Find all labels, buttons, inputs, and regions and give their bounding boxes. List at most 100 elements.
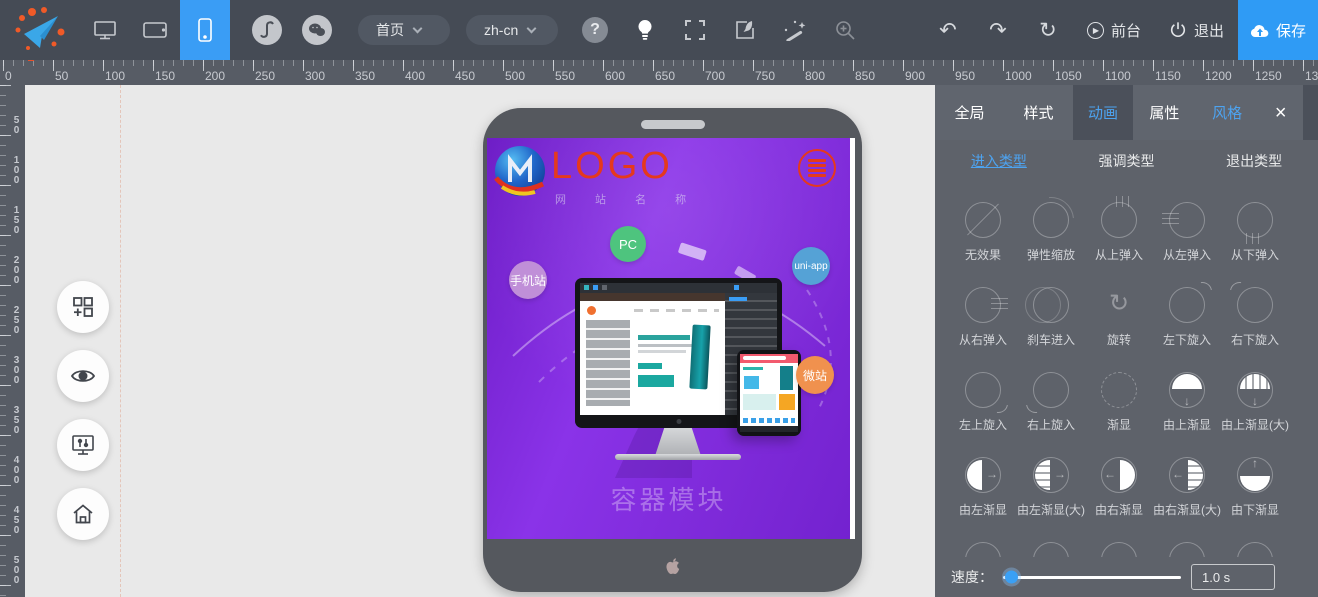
animation-option[interactable]: 右下旋入 — [1221, 270, 1289, 355]
speed-slider[interactable] — [1003, 576, 1181, 579]
top-toolbar: 首页 zh-cn 前台 — [0, 0, 1318, 60]
animation-option[interactable]: 由下渐显 — [1221, 440, 1289, 525]
animation-option[interactable] — [1017, 525, 1085, 557]
animation-option[interactable] — [949, 525, 1017, 557]
add-module-button[interactable] — [57, 281, 109, 333]
subtab-exit-type[interactable]: 退出类型 — [1190, 151, 1318, 171]
preview-button[interactable] — [57, 350, 109, 402]
animation-option[interactable]: 从上弹入 — [1085, 185, 1153, 270]
feedback-icon[interactable] — [720, 0, 770, 60]
ruler-number: 1100 — [1103, 69, 1153, 83]
container-module-label: 容器模块 — [487, 480, 850, 517]
exit-button[interactable]: 退出 — [1155, 0, 1238, 60]
subtab-emphasis-type[interactable]: 强调类型 — [1063, 151, 1191, 171]
animation-option[interactable]: 右上旋入 — [1017, 355, 1085, 440]
animation-option[interactable] — [1221, 525, 1289, 557]
hamburger-menu-icon[interactable] — [798, 149, 836, 187]
animation-icon — [1164, 367, 1210, 413]
horizontal-ruler: 0501001502002503003504004505005506006507… — [0, 60, 1318, 85]
animation-option[interactable]: 旋转 — [1085, 270, 1153, 355]
ruler-number: 100 — [103, 69, 153, 83]
animation-option[interactable]: 由上渐显(大) — [1221, 355, 1289, 440]
animation-option[interactable]: 左上旋入 — [949, 355, 1017, 440]
tablet-illustration — [737, 350, 801, 436]
animation-icon — [1096, 197, 1142, 243]
page-select[interactable]: 首页 — [358, 15, 450, 45]
animation-icon — [1028, 282, 1074, 328]
tab-theme[interactable]: 风格 — [1212, 102, 1242, 123]
animation-option[interactable]: 由右渐显(大) — [1153, 440, 1221, 525]
animation-option[interactable]: 由左渐显(大) — [1017, 440, 1085, 525]
subtab-enter-type[interactable]: 进入类型 — [935, 151, 1063, 171]
home-button[interactable] — [57, 488, 109, 540]
help-icon[interactable] — [570, 0, 620, 60]
preview-front-button[interactable]: 前台 — [1073, 0, 1155, 60]
settings-panel: 全局 样式 动画 属性 风格 × 进入类型 强调类型 退出类型 无效果 弹性缩放 — [935, 85, 1318, 597]
animation-label: 旋转 — [1107, 331, 1131, 348]
ruler-marker — [28, 60, 34, 61]
animation-grid: 无效果 弹性缩放 从上弹入 从左弹入 从下弹入 — [935, 185, 1318, 557]
speed-slider-thumb[interactable] — [1005, 571, 1018, 584]
phone-scrollbar[interactable] — [850, 138, 855, 539]
animation-option[interactable]: 左下旋入 — [1153, 270, 1221, 355]
animation-option[interactable] — [1085, 525, 1153, 557]
ruler-number: 200 — [203, 69, 253, 83]
lightbulb-icon[interactable] — [620, 0, 670, 60]
hero-illustration: 手机站 PC uni-app 微站 — [487, 198, 850, 478]
animation-option[interactable]: 从下弹入 — [1221, 185, 1289, 270]
ruler-number: 600 — [603, 69, 653, 83]
animation-option[interactable]: 刹车进入 — [1017, 270, 1085, 355]
speed-input[interactable] — [1191, 564, 1275, 590]
animation-option[interactable]: 由上渐显 — [1153, 355, 1221, 440]
ruler-number: 500 — [11, 535, 21, 585]
refresh-icon[interactable] — [1023, 0, 1073, 60]
animation-option[interactable]: 由右渐显 — [1085, 440, 1153, 525]
animation-icon — [960, 282, 1006, 328]
tab-attributes[interactable]: 属性 — [1149, 102, 1179, 123]
close-icon[interactable]: × — [1275, 103, 1287, 123]
ruler-number: 100 — [11, 135, 21, 185]
wechat-icon[interactable] — [292, 0, 342, 60]
miniprogram-icon[interactable] — [242, 0, 292, 60]
animation-icon — [1232, 452, 1278, 498]
animation-icon — [1028, 452, 1074, 498]
tab-animation[interactable]: 动画 — [1088, 102, 1118, 123]
tab-style[interactable]: 样式 — [1023, 102, 1053, 123]
imac-base — [615, 454, 741, 460]
fullscreen-icon[interactable] — [670, 0, 720, 60]
platform-bubble: 手机站 — [509, 261, 547, 299]
exit-label: 退出 — [1194, 20, 1224, 41]
animation-option[interactable]: 从右弹入 — [949, 270, 1017, 355]
design-canvas[interactable]: LOGO 网 站 名 称 — [25, 85, 935, 597]
animation-option[interactable]: 渐显 — [1085, 355, 1153, 440]
ruler-number: 50 — [11, 85, 21, 135]
animation-option[interactable]: 由左渐显 — [949, 440, 1017, 525]
animation-option[interactable]: 无效果 — [949, 185, 1017, 270]
animation-option[interactable]: 从左弹入 — [1153, 185, 1221, 270]
lang-select-value: zh-cn — [484, 22, 518, 38]
animation-label: 由下渐显 — [1231, 501, 1279, 518]
redo-icon[interactable] — [973, 0, 1023, 60]
vertical-ruler: 50100150200250300350400450500 — [0, 85, 25, 597]
device-tablet-button[interactable] — [130, 0, 180, 60]
front-label: 前台 — [1111, 20, 1141, 41]
animation-option[interactable] — [1153, 525, 1221, 557]
ruler-number: 750 — [753, 69, 803, 83]
save-button[interactable]: 保存 — [1238, 0, 1318, 60]
container-module[interactable]: LOGO 网 站 名 称 — [487, 138, 850, 539]
lang-select[interactable]: zh-cn — [466, 15, 558, 45]
ruler-number: 700 — [703, 69, 753, 83]
ruler-number: 200 — [11, 235, 21, 285]
animation-option[interactable]: 弹性缩放 — [1017, 185, 1085, 270]
magic-wand-icon[interactable] — [770, 0, 820, 60]
animation-icon — [1232, 537, 1278, 557]
ruler-number: 450 — [453, 69, 503, 83]
animation-label: 无效果 — [965, 246, 1001, 263]
zoom-search-icon[interactable] — [820, 0, 870, 60]
tab-global[interactable]: 全局 — [954, 102, 984, 123]
chevron-down-icon — [413, 24, 423, 34]
device-mobile-button[interactable] — [180, 0, 230, 60]
undo-icon[interactable] — [923, 0, 973, 60]
display-settings-button[interactable] — [57, 419, 109, 471]
device-desktop-button[interactable] — [80, 0, 130, 60]
